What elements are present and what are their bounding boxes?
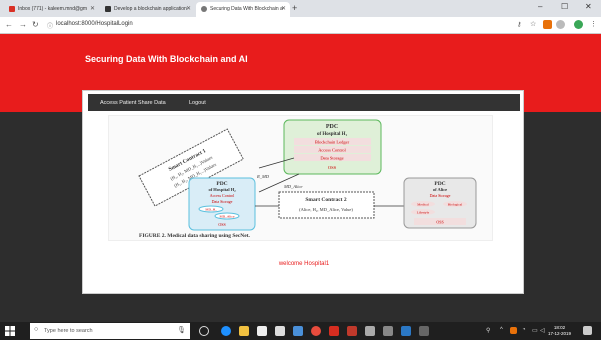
- forward-icon[interactable]: →: [19, 20, 27, 29]
- tab-label: Inbox (771) - kaleem.mnd@gm: [18, 6, 87, 12]
- close-tab-icon[interactable]: ✕: [186, 5, 191, 12]
- search-icon: ○: [34, 326, 39, 333]
- clock-date: 17-12-2019: [548, 331, 572, 336]
- web-page: Securing Data With Blockchain and AI Acc…: [0, 34, 601, 322]
- figure-caption: FIGURE 2. Medical data sharing using Sec…: [139, 233, 251, 239]
- search-placeholder: Type here to search: [44, 328, 93, 334]
- pdc-left-row: MD_H₂: [205, 208, 217, 212]
- app-icon[interactable]: [365, 326, 375, 336]
- gmail-icon: [9, 6, 15, 12]
- arrow-label: MD_Alice: [283, 184, 303, 189]
- tab-develop[interactable]: Develop a blockchain application ✕: [100, 2, 195, 17]
- pdc-right-row: Data Storage: [430, 193, 451, 198]
- app-icon[interactable]: [401, 326, 411, 336]
- pdc-right-sub: of Alice: [433, 187, 447, 192]
- info-icon[interactable]: ⓘ: [47, 21, 53, 30]
- pdc-right-row: Medical: [417, 203, 428, 207]
- page-title: Securing Data With Blockchain and AI: [85, 54, 248, 64]
- address-bar-row: ← → ↻ ⓘ localhost:8000/HospitalLogin ⚷ ☆…: [0, 17, 601, 34]
- pdc-right-row: Lifestyle: [417, 211, 430, 215]
- new-tab-button[interactable]: +: [292, 3, 297, 13]
- menu-icon[interactable]: ⋮: [590, 20, 597, 28]
- task-view-icon[interactable]: [199, 326, 209, 336]
- volume-icon[interactable]: ◁: [540, 327, 545, 334]
- app-icon[interactable]: [293, 326, 303, 336]
- people-icon[interactable]: ⚲: [486, 327, 490, 334]
- pdc-right-row: OSS: [436, 220, 443, 225]
- store-icon[interactable]: [257, 326, 267, 336]
- pdc-top-row: Blockchain Ledger: [315, 140, 350, 145]
- profile-icon[interactable]: [574, 20, 583, 29]
- welcome-message: welcome Hospital1: [278, 261, 330, 267]
- reload-icon[interactable]: ↻: [32, 20, 39, 29]
- pdc-left-row: Data Storage: [212, 199, 233, 204]
- maximize-button[interactable]: ☐: [561, 2, 568, 11]
- pdc-top-sub: of Hospital H₁: [317, 132, 348, 137]
- site-icon: [105, 6, 111, 12]
- windows-start-icon[interactable]: [5, 326, 15, 336]
- pdc-top-row: OSS: [328, 165, 337, 170]
- pdc-top-title: PDC: [326, 124, 338, 130]
- architecture-figure: PDC of Hospital H₁ Blockchain Ledger Acc…: [108, 115, 493, 241]
- battery-icon[interactable]: ▭: [532, 327, 538, 334]
- app-icon[interactable]: [347, 326, 357, 336]
- taskbar-search-box[interactable]: ○ Type here to search 🎙: [30, 323, 190, 339]
- network-icon[interactable]: ◔: [522, 327, 526, 333]
- tray-chevron-icon[interactable]: ^: [500, 327, 503, 333]
- tab-label: Securing Data With Blockchain a: [210, 6, 283, 12]
- key-icon[interactable]: ⚷: [517, 21, 521, 28]
- close-window-button[interactable]: ✕: [585, 2, 592, 11]
- app-icon[interactable]: [329, 326, 339, 336]
- back-icon[interactable]: ←: [5, 20, 13, 29]
- smart-contract-2: [278, 191, 375, 219]
- close-tab-icon[interactable]: ✕: [281, 5, 286, 12]
- pdc-top-row: Access Control: [318, 148, 346, 153]
- notifications-icon[interactable]: [583, 326, 592, 335]
- tab-label: Develop a blockchain application: [114, 6, 187, 12]
- pdc-top-row: Data Storage: [320, 156, 343, 161]
- nav-access-patient-share-data[interactable]: Access Patient Share Data: [100, 100, 166, 106]
- pdc-left-row: OSS: [218, 222, 225, 227]
- pdc-left-sub: of Hospital H₂: [208, 187, 236, 192]
- pdc-left-row: Access Control: [210, 193, 235, 198]
- system-clock[interactable]: 18:02 17-12-2019: [548, 325, 571, 337]
- tab-inbox[interactable]: Inbox (771) - kaleem.mnd@gm ✕: [4, 2, 99, 17]
- close-tab-icon[interactable]: ✕: [90, 5, 95, 12]
- chrome-icon[interactable]: [311, 326, 321, 336]
- extension-icon[interactable]: [543, 20, 552, 29]
- minimize-button[interactable]: –: [538, 2, 542, 11]
- edge-icon[interactable]: [221, 326, 231, 336]
- nav-logout[interactable]: Logout: [189, 100, 206, 106]
- file-explorer-icon[interactable]: [239, 326, 249, 336]
- app-icon[interactable]: [383, 326, 393, 336]
- windows-taskbar: ○ Type here to search 🎙 ⚲ ^ ◔ ▭ ◁ 18:02 …: [0, 322, 601, 340]
- tab-securing-data[interactable]: Securing Data With Blockchain a ✕: [196, 2, 290, 17]
- url-field[interactable]: localhost:8000/HospitalLogin: [56, 21, 133, 27]
- pdc-right-row: Biological: [448, 203, 463, 207]
- sc2-title: Smart Contract 2: [305, 197, 346, 203]
- tab-strip: Inbox (771) - kaleem.mnd@gm ✕ Develop a …: [0, 0, 601, 17]
- bookmark-star-icon[interactable]: ☆: [530, 20, 536, 28]
- app-icon[interactable]: [275, 326, 285, 336]
- globe-icon: [201, 6, 207, 12]
- extension-icon[interactable]: [556, 20, 565, 29]
- pdc-left-row: MD_Alice: [220, 215, 235, 219]
- browser-chrome: Inbox (771) - kaleem.mnd@gm ✕ Develop a …: [0, 0, 601, 34]
- app-icon[interactable]: [419, 326, 429, 336]
- microphone-icon[interactable]: 🎙: [177, 326, 186, 334]
- tray-app-icon[interactable]: [510, 327, 517, 334]
- figure-diagram: PDC of Hospital H₁ Blockchain Ledger Acc…: [138, 119, 477, 239]
- arrow-label: R_MD: [256, 174, 270, 179]
- content-panel: Access Patient Share Data Logout PDC of …: [82, 90, 524, 294]
- nav-bar: Access Patient Share Data Logout: [88, 94, 520, 111]
